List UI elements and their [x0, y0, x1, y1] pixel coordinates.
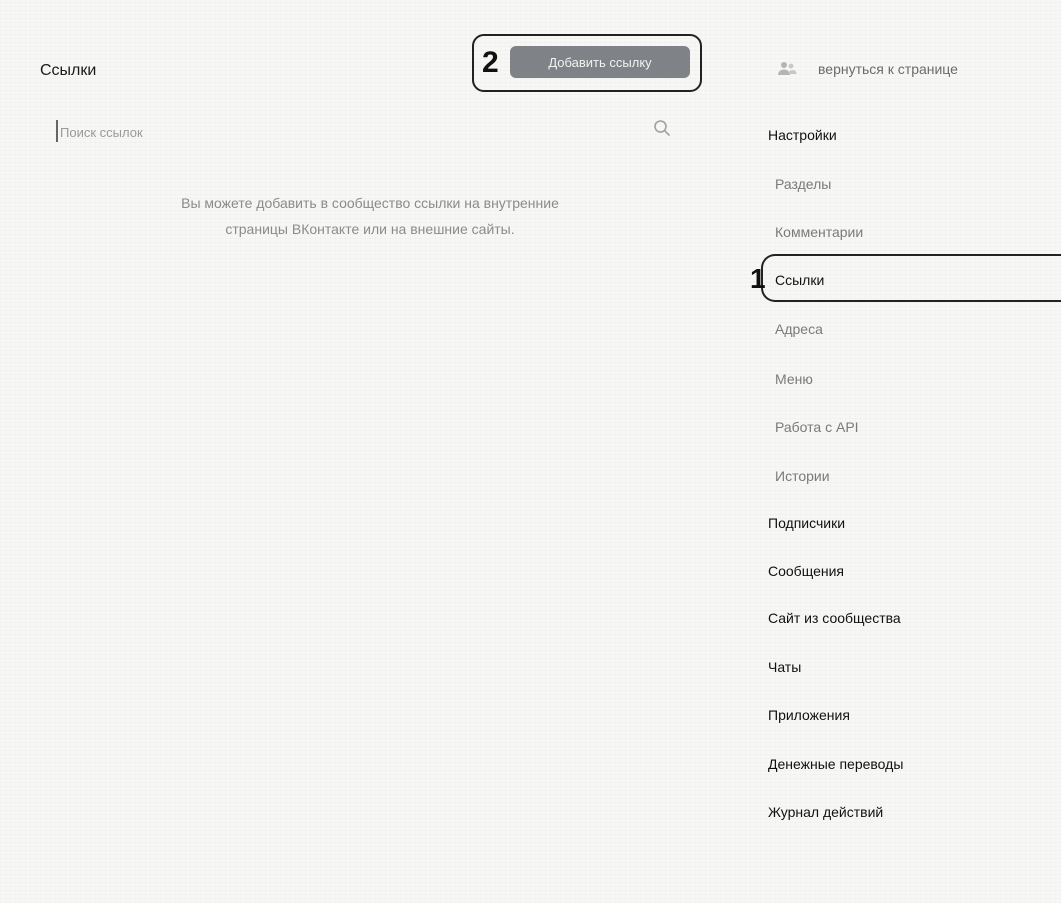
- sidebar-item-links[interactable]: Ссылки: [775, 272, 824, 288]
- search-links-input[interactable]: [60, 120, 620, 144]
- page-title: Ссылки: [40, 62, 97, 79]
- annotation-number-1: 1: [750, 263, 766, 294]
- sidebar-item-api[interactable]: Работа с API: [775, 419, 859, 435]
- search-icon[interactable]: [652, 118, 672, 138]
- sidebar-item-menu[interactable]: Меню: [775, 371, 813, 387]
- empty-state-line-2: страницы ВКонтакте или на внешние сайты.: [225, 221, 515, 237]
- settings-sidebar: вернуться к странице Настройки Разделы К…: [740, 0, 1061, 903]
- search-bar: [40, 116, 680, 148]
- sidebar-item-stories[interactable]: Истории: [775, 468, 830, 484]
- sidebar-item-settings[interactable]: Настройки: [768, 127, 837, 143]
- add-link-button[interactable]: Добавить ссылку: [510, 46, 690, 78]
- annotation-number-2: 2: [482, 46, 499, 79]
- sidebar-item-addresses[interactable]: Адреса: [775, 321, 823, 337]
- text-caret: [56, 120, 58, 142]
- sidebar-item-action-log[interactable]: Журнал действий: [768, 804, 883, 820]
- sidebar-item-apps[interactable]: Приложения: [768, 707, 850, 723]
- back-to-page-link[interactable]: вернуться к странице: [776, 52, 958, 86]
- sidebar-item-comments[interactable]: Комментарии: [775, 224, 863, 240]
- links-panel: Ссылки 2 Добавить ссылку Вы можете добав…: [0, 0, 720, 903]
- sidebar-item-subscribers[interactable]: Подписчики: [768, 515, 845, 531]
- empty-state-message: Вы можете добавить в сообщество ссылки н…: [80, 190, 660, 242]
- sidebar-item-chats[interactable]: Чаты: [768, 659, 801, 675]
- people-icon: [778, 62, 797, 75]
- sidebar-item-money-transfers[interactable]: Денежные переводы: [768, 756, 903, 772]
- back-to-page-label: вернуться к странице: [818, 61, 958, 77]
- empty-state-line-1: Вы можете добавить в сообщество ссылки н…: [181, 195, 559, 211]
- sidebar-item-messages[interactable]: Сообщения: [768, 563, 844, 579]
- sidebar-item-community-site[interactable]: Сайт из сообщества: [768, 610, 901, 626]
- sidebar-item-sections[interactable]: Разделы: [775, 176, 831, 192]
